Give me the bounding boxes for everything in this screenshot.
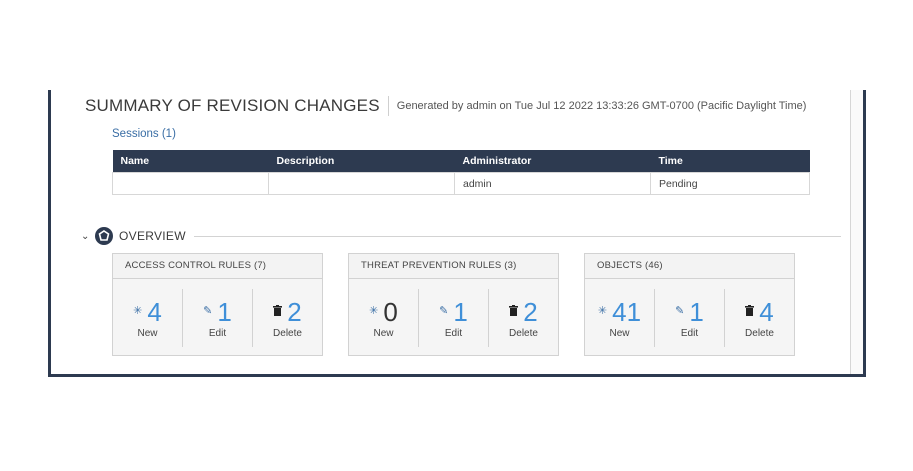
stat-label: New xyxy=(137,327,158,339)
sessions-link[interactable]: Sessions (1) xyxy=(112,128,176,140)
overview-header: ⌄ OVERVIEW xyxy=(81,227,841,245)
overview-icon xyxy=(95,227,113,245)
report-window: SUMMARY OF REVISION CHANGES Generated by… xyxy=(48,90,866,377)
stat-delete[interactable]: 4 Delete xyxy=(724,289,794,347)
stat-new[interactable]: ✳ 4 New xyxy=(113,289,182,347)
trash-icon xyxy=(273,304,283,319)
cell-administrator: admin xyxy=(454,172,651,195)
stat-label: Edit xyxy=(208,327,227,339)
sessions-table: Name Description Administrator Time admi… xyxy=(112,150,810,195)
stat-edit[interactable]: ✎ 1 Edit xyxy=(654,289,724,347)
trash-icon xyxy=(509,304,519,319)
table-row[interactable]: admin Pending xyxy=(112,172,810,195)
cell-name xyxy=(112,172,269,195)
stat-label: Edit xyxy=(444,327,463,339)
column-header-time: Time xyxy=(650,150,810,173)
page-title: SUMMARY OF REVISION CHANGES xyxy=(85,96,389,116)
stat-label: Delete xyxy=(273,327,302,339)
cell-time: Pending xyxy=(650,172,810,195)
card-title: OBJECTS (46) xyxy=(585,254,794,279)
asterisk-icon: ✳ xyxy=(597,305,608,317)
generated-info: Generated by admin on Tue Jul 12 2022 13… xyxy=(396,100,807,112)
title-row: SUMMARY OF REVISION CHANGES Generated by… xyxy=(85,96,806,116)
divider xyxy=(193,235,841,237)
stat-edit[interactable]: ✎ 1 Edit xyxy=(418,289,488,347)
stat-value: 1 xyxy=(689,296,704,327)
vertical-scrollbar[interactable] xyxy=(850,90,863,374)
objects-card: OBJECTS (46) ✳ 41 New ✎ 1 Edit 4 Delete xyxy=(584,253,795,356)
stat-label: New xyxy=(609,327,630,339)
stat-value: 4 xyxy=(147,296,162,327)
stat-value: 0 xyxy=(383,296,398,327)
stat-value: 41 xyxy=(612,296,642,327)
chevron-down-icon[interactable]: ⌄ xyxy=(81,231,91,242)
stat-label: New xyxy=(373,327,394,339)
column-header-name: Name xyxy=(112,150,269,173)
column-header-administrator: Administrator xyxy=(454,150,651,173)
access-control-card: ACCESS CONTROL RULES (7) ✳ 4 New ✎ 1 Edi… xyxy=(112,253,323,356)
stat-value: 1 xyxy=(453,296,468,327)
asterisk-icon: ✳ xyxy=(369,305,379,317)
pencil-icon: ✎ xyxy=(675,305,685,317)
trash-icon xyxy=(745,304,755,319)
stat-value: 2 xyxy=(523,296,538,327)
column-header-description: Description xyxy=(268,150,455,173)
stat-label: Delete xyxy=(745,327,774,339)
pencil-icon: ✎ xyxy=(203,305,213,317)
pencil-icon: ✎ xyxy=(439,305,449,317)
stat-delete[interactable]: 2 Delete xyxy=(488,289,558,347)
stat-new[interactable]: ✳ 0 New xyxy=(349,289,418,347)
card-title: THREAT PREVENTION RULES (3) xyxy=(349,254,558,279)
stat-label: Edit xyxy=(680,327,699,339)
stat-edit[interactable]: ✎ 1 Edit xyxy=(182,289,252,347)
stat-delete[interactable]: 2 Delete xyxy=(252,289,322,347)
table-header-row: Name Description Administrator Time xyxy=(112,150,810,173)
stat-new[interactable]: ✳ 41 New xyxy=(585,289,654,347)
overview-label: OVERVIEW xyxy=(119,229,186,243)
stat-value: 4 xyxy=(759,296,774,327)
stat-value: 1 xyxy=(217,296,232,327)
card-title: ACCESS CONTROL RULES (7) xyxy=(113,254,322,279)
stat-value: 2 xyxy=(287,296,302,327)
threat-prevention-card: THREAT PREVENTION RULES (3) ✳ 0 New ✎ 1 … xyxy=(348,253,559,356)
asterisk-icon: ✳ xyxy=(133,305,143,317)
stat-label: Delete xyxy=(509,327,538,339)
cell-description xyxy=(268,172,455,195)
